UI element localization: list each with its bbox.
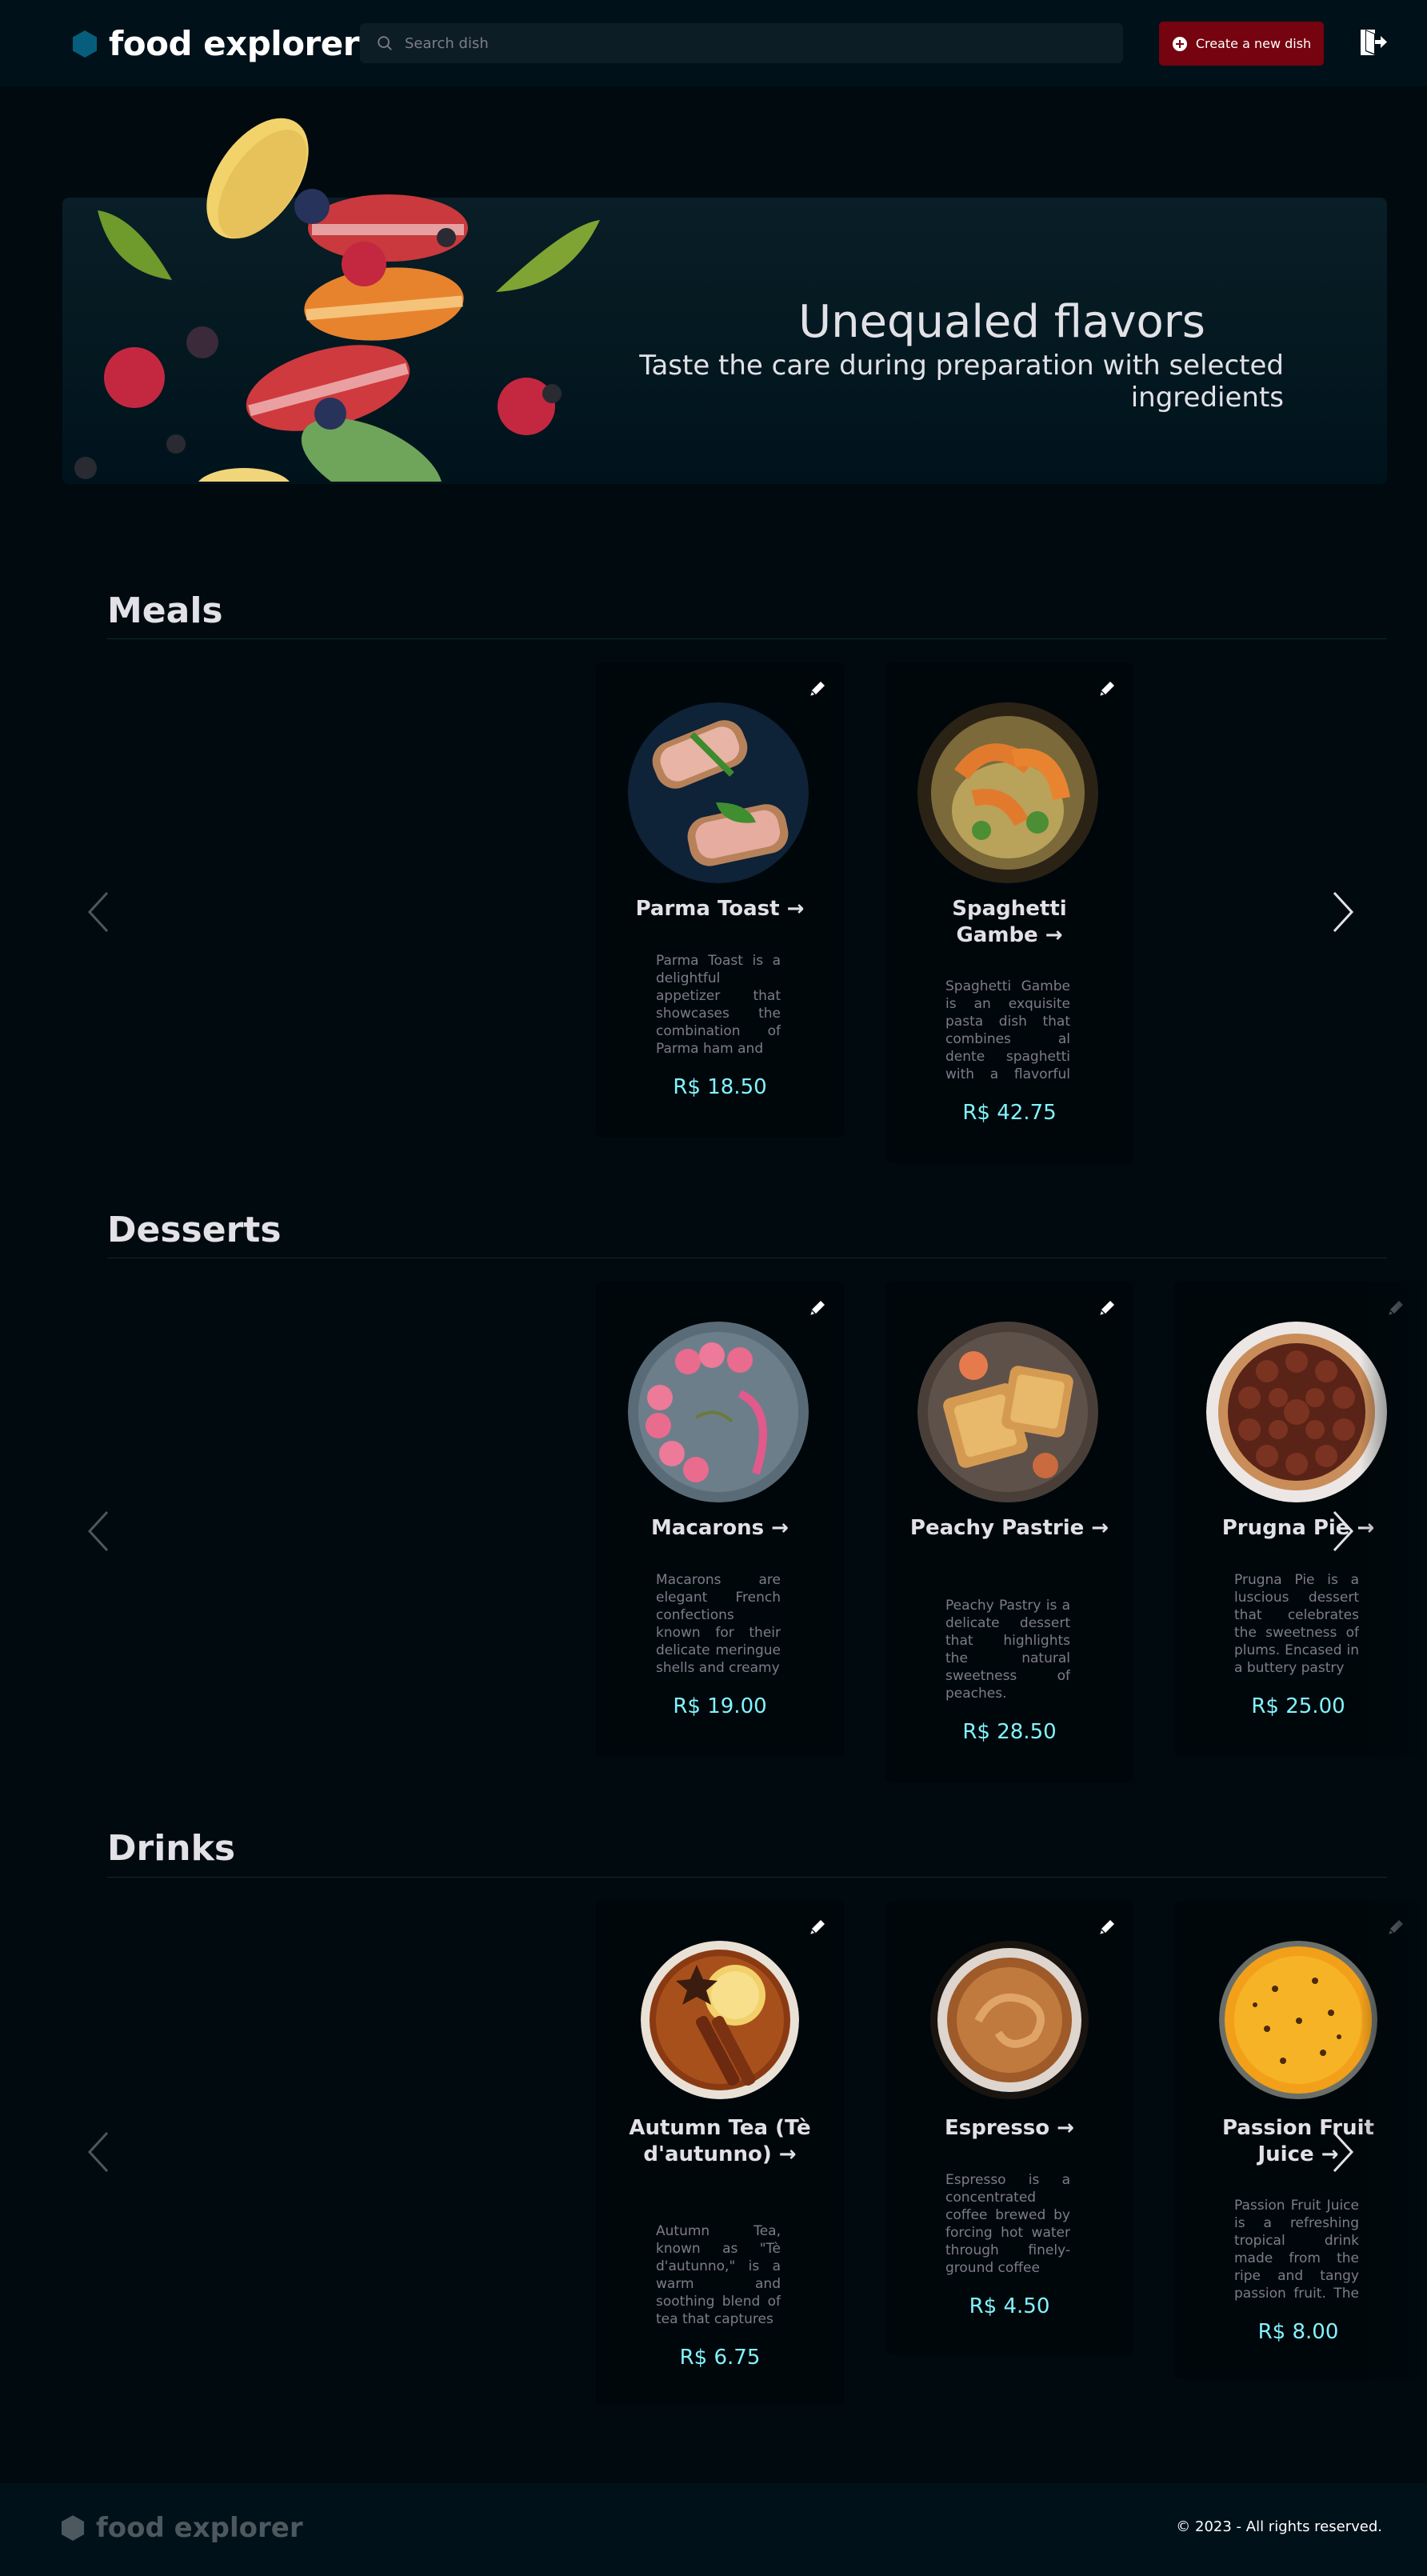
dish-price: R$ 6.75 bbox=[679, 2346, 761, 2370]
macarons-illustration bbox=[74, 118, 600, 482]
dish-price: R$ 18.50 bbox=[673, 1075, 767, 1099]
dish-description: Autumn Tea, known as "Tè d'autunno," is … bbox=[656, 2223, 781, 2327]
dish-name[interactable]: Passion Fruit Juice → bbox=[1198, 2115, 1398, 2168]
dish-description: Peachy Pastry is a delicate dessert that… bbox=[945, 1598, 1070, 1702]
dish-card[interactable]: Spaghetti Gambe → Spaghetti Gambe is an … bbox=[885, 662, 1133, 1163]
dish-name[interactable]: Macarons → bbox=[620, 1515, 820, 1542]
hexagon-logo-icon bbox=[73, 30, 97, 58]
dish-price: R$ 42.75 bbox=[962, 1101, 1057, 1125]
dish-image[interactable] bbox=[1206, 1322, 1387, 1502]
pencil-icon[interactable] bbox=[1097, 1917, 1117, 1938]
pencil-icon[interactable] bbox=[1097, 1298, 1117, 1318]
dish-image[interactable] bbox=[641, 1941, 799, 2099]
pencil-icon[interactable] bbox=[1097, 678, 1117, 699]
dish-image[interactable] bbox=[628, 702, 809, 883]
search-bar[interactable] bbox=[360, 23, 1123, 63]
pencil-icon[interactable] bbox=[807, 1298, 828, 1318]
dish-card[interactable]: Parma Toast → Parma Toast is a delightfu… bbox=[596, 662, 844, 1138]
dish-description: Macarons are elegant French confections … bbox=[656, 1572, 781, 1676]
section-title-drinks: Drinks bbox=[107, 1828, 236, 1869]
create-dish-label: Create a new dish bbox=[1195, 36, 1312, 51]
footer-brand-name: food explorer bbox=[96, 2512, 303, 2544]
pencil-icon[interactable] bbox=[807, 678, 828, 699]
brand-name: food explorer bbox=[109, 24, 359, 63]
chevron-right-icon[interactable] bbox=[1326, 890, 1358, 934]
banner-text: Unequaled flavors Taste the care during … bbox=[560, 296, 1360, 414]
dish-card[interactable]: Passion Fruit Juice → Passion Fruit Juic… bbox=[1174, 1901, 1422, 2379]
banner-subtitle: Taste the care during preparation with s… bbox=[639, 350, 1284, 414]
dish-card[interactable]: Macarons → Macarons are elegant French c… bbox=[596, 1282, 844, 1757]
section-title-meals: Meals bbox=[107, 590, 223, 631]
dish-image[interactable] bbox=[930, 1941, 1089, 2099]
banner-title: Unequaled flavors bbox=[798, 296, 1205, 348]
section-title-desserts: Desserts bbox=[107, 1210, 282, 1250]
search-icon bbox=[378, 36, 392, 50]
plus-circle-icon bbox=[1172, 36, 1187, 51]
divider bbox=[107, 638, 1387, 639]
pencil-icon[interactable] bbox=[1385, 1298, 1406, 1318]
dish-name[interactable]: Spaghetti Gambe → bbox=[909, 896, 1109, 949]
copyright-text: © 2023 - All rights reserved. bbox=[1176, 2518, 1382, 2535]
footer-brand: food explorer bbox=[61, 2512, 303, 2544]
dish-card[interactable]: Espresso → Espresso is a concentrated co… bbox=[885, 1901, 1133, 2355]
dish-name[interactable]: Peachy Pastrie → bbox=[909, 1515, 1109, 1542]
sign-out-icon[interactable] bbox=[1357, 27, 1388, 58]
chevron-left-icon[interactable] bbox=[83, 2130, 115, 2174]
dish-image[interactable] bbox=[917, 1322, 1098, 1502]
dish-price: R$ 4.50 bbox=[969, 2294, 1050, 2318]
dish-description: Prugna Pie is a luscious dessert that ce… bbox=[1234, 1572, 1359, 1676]
dish-description: Passion Fruit Juice is a refreshing trop… bbox=[1234, 2198, 1359, 2302]
divider bbox=[107, 1877, 1387, 1878]
dish-card[interactable]: Peachy Pastrie → Peachy Pastry is a deli… bbox=[885, 1282, 1133, 1782]
dish-name[interactable]: Espresso → bbox=[909, 2115, 1109, 2142]
dish-description: Parma Toast is a delightful appetizer th… bbox=[656, 953, 781, 1057]
brand-logo[interactable]: food explorer bbox=[72, 24, 359, 63]
dish-description: Spaghetti Gambe is an exquisite pasta di… bbox=[945, 978, 1070, 1082]
chevron-left-icon[interactable] bbox=[83, 1509, 115, 1554]
footer: food explorer © 2023 - All rights reserv… bbox=[0, 2483, 1427, 2576]
create-dish-button[interactable]: Create a new dish bbox=[1159, 22, 1324, 66]
header: food explorer Create a new dish bbox=[0, 0, 1427, 86]
chevron-right-icon[interactable] bbox=[1326, 2130, 1358, 2174]
chevron-left-icon[interactable] bbox=[83, 890, 115, 934]
dish-image[interactable] bbox=[917, 702, 1098, 883]
hexagon-logo-icon bbox=[61, 2515, 85, 2541]
dish-name[interactable]: Prugna Pie → bbox=[1198, 1515, 1398, 1542]
dish-name[interactable]: Autumn Tea (Tè d'autunno) → bbox=[620, 2115, 820, 2168]
dish-price: R$ 28.50 bbox=[962, 1720, 1057, 1744]
dish-price: R$ 8.00 bbox=[1257, 2320, 1339, 2344]
dish-price: R$ 25.00 bbox=[1251, 1694, 1345, 1718]
chevron-right-icon[interactable] bbox=[1326, 1509, 1358, 1554]
search-input[interactable] bbox=[405, 34, 1109, 52]
dish-card[interactable]: Autumn Tea (Tè d'autunno) → Autumn Tea, … bbox=[596, 1901, 844, 2405]
pencil-icon[interactable] bbox=[807, 1917, 828, 1938]
dish-image[interactable] bbox=[628, 1322, 809, 1502]
dish-price: R$ 19.00 bbox=[673, 1694, 767, 1718]
pencil-icon[interactable] bbox=[1385, 1917, 1406, 1938]
dish-name[interactable]: Parma Toast → bbox=[620, 896, 820, 922]
dish-image[interactable] bbox=[1219, 1941, 1377, 2099]
dish-description: Espresso is a concentrated coffee brewed… bbox=[945, 2172, 1070, 2276]
dish-card[interactable]: Prugna Pie → Prugna Pie is a luscious de… bbox=[1174, 1282, 1422, 1757]
